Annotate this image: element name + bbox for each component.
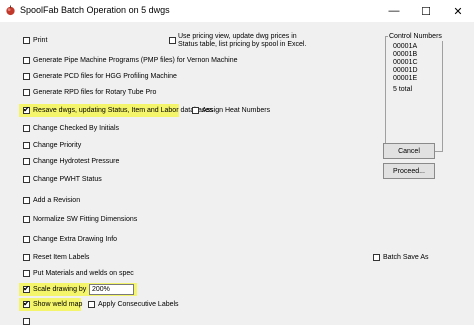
pcd-label: Generate PCD files for HGG Profiling Mac… — [33, 73, 177, 80]
extra-drawing-label: Change Extra Drawing Info — [33, 236, 118, 243]
pcd-checkbox[interactable] — [23, 73, 30, 80]
batch-save-as-checkbox[interactable] — [373, 254, 380, 261]
reset-labels-label: Reset Item Labels — [33, 254, 90, 261]
priority-label: Change Priority — [33, 142, 82, 149]
control-number-item: 00001E — [393, 75, 418, 82]
normalize-label: Normalize SW Fitting Dimensions — [33, 216, 138, 223]
scale-input[interactable]: 200% — [89, 284, 134, 295]
control-numbers-total: 5 total — [393, 86, 413, 93]
revision-checkbox[interactable] — [23, 197, 30, 204]
maximize-icon: ☐ — [421, 5, 431, 18]
pmp-label: Generate Pipe Machine Programs (PMP file… — [33, 57, 238, 64]
resave-label: Resave dwgs, updating Status, Item and L… — [33, 107, 213, 114]
print-checkbox[interactable] — [23, 37, 30, 44]
assign-heat-label: Assign Heat Numbers — [202, 107, 271, 114]
normalize-checkbox[interactable] — [23, 216, 30, 223]
priority-checkbox[interactable] — [23, 142, 30, 149]
window-title: SpoolFab Batch Operation on 5 dwgs — [20, 5, 170, 15]
extra-drawing-checkbox[interactable] — [23, 236, 30, 243]
minimize-icon: — — [388, 5, 400, 17]
consecutive-checkbox[interactable] — [88, 301, 95, 308]
reset-labels-checkbox[interactable] — [23, 254, 30, 261]
pwht-label: Change PWHT Status — [33, 176, 102, 183]
revision-label: Add a Revision — [33, 197, 81, 204]
hydrotest-checkbox[interactable] — [23, 158, 30, 165]
control-number-item: 00001D — [393, 67, 418, 74]
resave-checkbox[interactable] — [23, 105, 30, 115]
control-number-item: 00001B — [393, 51, 418, 58]
checked-by-label: Change Checked By Initials — [33, 125, 119, 132]
put-materials-label: Put Materials and welds on spec — [33, 270, 134, 277]
put-materials-checkbox[interactable] — [23, 270, 30, 277]
pricing-checkbox[interactable] — [169, 37, 176, 44]
pricing-label-line2: Status table, list pricing by spool in E… — [178, 41, 307, 48]
rpd-label: Generate RPD files for Rotary Tube Pro — [33, 89, 157, 96]
weld-map-checkbox[interactable] — [23, 299, 30, 309]
assign-heat-checkbox[interactable] — [192, 107, 199, 114]
pmp-checkbox[interactable] — [23, 57, 30, 64]
print-label: Print — [33, 37, 48, 44]
consecutive-label: Apply Consecutive Labels — [98, 301, 179, 308]
maximize-button[interactable]: ☐ — [410, 0, 442, 22]
rpd-checkbox[interactable] — [23, 89, 30, 96]
control-number-item: 00001A — [393, 43, 418, 50]
weld-map-label: Show weld map — [33, 301, 83, 308]
spoolfab-app-icon — [6, 5, 15, 16]
scale-checkbox[interactable] — [23, 284, 30, 294]
batch-save-as-label: Batch Save As — [383, 254, 429, 261]
checked-by-checkbox[interactable] — [23, 125, 30, 132]
scale-label: Scale drawing by — [33, 286, 87, 293]
control-numbers-title: Control Numbers — [388, 32, 443, 41]
cancel-button[interactable]: Cancel — [383, 143, 435, 159]
control-number-item: 00001C — [393, 59, 418, 66]
close-button[interactable]: ✕ — [442, 0, 474, 22]
pwht-checkbox[interactable] — [23, 176, 30, 183]
title-bar: SpoolFab Batch Operation on 5 dwgs — ☐ ✕ — [0, 0, 474, 22]
proceed-button[interactable]: Proceed... — [383, 163, 435, 179]
minimize-button[interactable]: — — [378, 0, 410, 22]
close-icon: ✕ — [453, 5, 463, 18]
hydrotest-label: Change Hydrotest Pressure — [33, 158, 120, 165]
